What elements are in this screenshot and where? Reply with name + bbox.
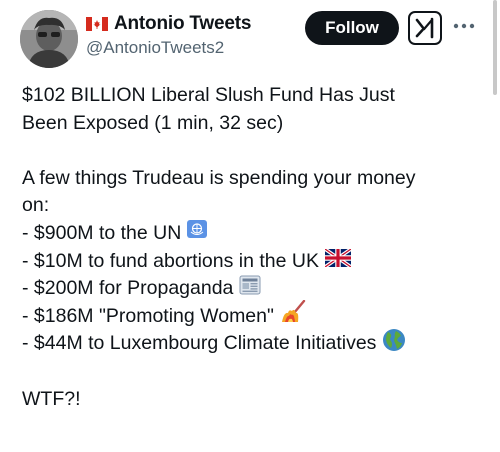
list-item: - $186M "Promoting Women" — [22, 300, 492, 333]
follow-button[interactable]: Follow — [305, 11, 399, 45]
canada-flag-icon — [86, 17, 108, 31]
avatar[interactable] — [20, 10, 78, 68]
list-item-text: - $200M for Propaganda — [22, 277, 234, 300]
list-item: - $44M to Luxembourg Climate Initiatives — [22, 328, 492, 361]
broom-fire-icon — [280, 300, 306, 333]
tweet-intro-line-2: on: — [22, 194, 50, 217]
uk-flag-icon — [323, 247, 353, 276]
list-item-text: - $900M to the UN — [22, 221, 182, 244]
list-item: - $10M to fund abortions in the UK — [22, 247, 492, 276]
united-nations-icon — [187, 219, 208, 248]
list-item-text: - $44M to Luxembourg Climate Initiatives — [22, 332, 377, 355]
grok-button[interactable] — [408, 11, 442, 45]
tweet-closing-line: WTF?! — [22, 387, 81, 410]
tweet-headline-line-2: Been Exposed (1 min, 32 sec) — [22, 111, 284, 134]
tweet-headline-line-1: $102 BILLION Liberal Slush Fund Has Just — [22, 84, 395, 106]
grok-icon — [415, 17, 434, 39]
list-item-text: - $186M "Promoting Women" — [22, 304, 274, 327]
newspaper-icon — [239, 274, 261, 305]
more-options-icon — [453, 23, 475, 29]
tweet-intro-line-1: A few things Trudeau is spending your mo… — [22, 166, 416, 189]
list-item: - $900M to the UN — [22, 220, 492, 248]
author-display-name[interactable]: Antonio Tweets — [114, 13, 251, 35]
tweet-text: $102 BILLION Liberal Slush Fund Has Just… — [22, 82, 492, 413]
more-options-button[interactable] — [452, 16, 476, 36]
list-item-text: - $10M to fund abortions in the UK — [22, 249, 320, 272]
author-handle[interactable]: @AntonioTweets2 — [86, 38, 224, 58]
author-name-row[interactable]: Antonio Tweets — [86, 12, 251, 36]
scrollbar[interactable] — [493, 0, 497, 95]
list-item: - $200M for Propaganda — [22, 275, 492, 303]
globe-icon — [382, 328, 406, 361]
